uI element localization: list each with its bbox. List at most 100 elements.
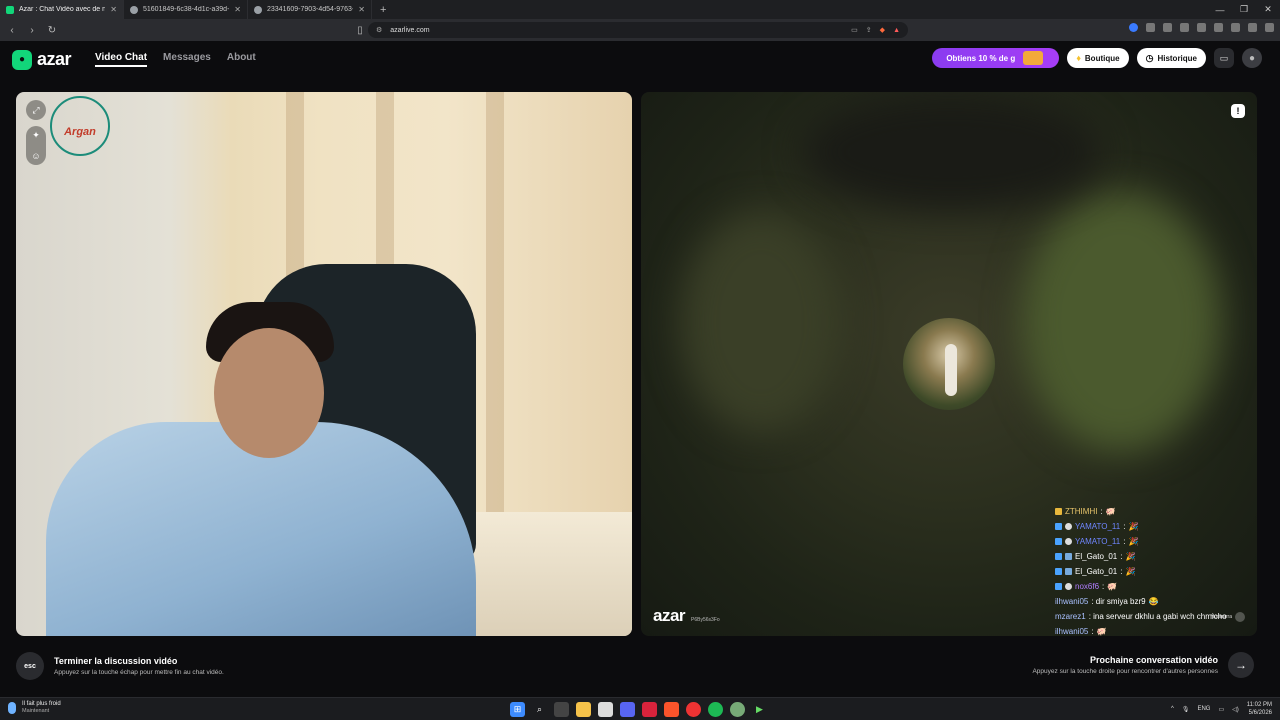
close-window-icon[interactable]: ✕ [1256, 4, 1280, 15]
avatar-badge-icon [1065, 552, 1072, 560]
bookmark-icon[interactable]: ▯ [354, 25, 366, 36]
chat-text: : [1123, 536, 1126, 546]
browser-tab-3[interactable]: 23341609-7903-4d54-9763-5217d51 ✕ [248, 0, 372, 19]
shield-alert-icon: ! [1236, 106, 1240, 116]
azar-logo[interactable]: ● azar [12, 49, 72, 70]
nav-messages[interactable]: Messages [163, 52, 211, 67]
expand-button[interactable]: ⤢ [26, 100, 46, 120]
shop-button[interactable]: ♦ Boutique [1067, 48, 1129, 68]
sticker-icon[interactable]: ☺ [31, 151, 40, 161]
discord-icon[interactable] [620, 702, 635, 717]
watermark-text: Argan [64, 126, 96, 138]
curtain-fold [486, 92, 504, 562]
language-indicator[interactable]: ENG [1197, 706, 1210, 712]
play-icon[interactable]: ▶ [752, 702, 767, 717]
url-field[interactable]: ⚙ azarlive.com ▭ ⇪ ◆ ▲ [368, 22, 908, 38]
windows-start-icon[interactable]: ⊞ [510, 702, 525, 717]
extension-icon[interactable] [1163, 23, 1172, 32]
weather-line-2: Maintenant [22, 708, 50, 714]
watermark-logo-text: azar [653, 606, 686, 625]
promo-label: Obtiens 10 % de g [946, 53, 1016, 63]
chat-username: nox6f6 [1075, 581, 1100, 591]
close-tab-icon[interactable]: ✕ [234, 5, 241, 14]
expand-icon: ⤢ [32, 104, 40, 115]
wallet-icon[interactable] [1231, 23, 1240, 32]
chat-username: ilhwani05 [1055, 626, 1089, 636]
tab-title: 51601849-6c38-4d1c-a39d-6027170 [143, 6, 230, 13]
app-icon[interactable] [730, 702, 745, 717]
app-icon[interactable] [686, 702, 701, 717]
volume-icon[interactable]: ◁) [1232, 706, 1239, 713]
close-tab-icon[interactable]: ✕ [358, 5, 365, 14]
tab-search-icon[interactable] [1214, 23, 1223, 32]
warning-icon[interactable]: ▲ [893, 27, 900, 34]
history-label: Historique [1157, 53, 1197, 63]
reload-icon[interactable]: ↻ [46, 25, 58, 36]
microphone-icon[interactable]: 🎙 [1182, 706, 1190, 713]
magic-wand-icon[interactable]: ✦ [32, 130, 40, 141]
next-chat-hint: Prochaine conversation vidéo Appuyez sur… [1032, 652, 1254, 678]
level-badge-icon [1055, 552, 1062, 560]
minimize-icon[interactable]: — [1208, 5, 1232, 15]
nav-about[interactable]: About [227, 52, 256, 67]
weather-widget[interactable]: Il fait plus froid Maintenant [8, 701, 61, 714]
chat-line: El_Gato_01 : 🎉 [1055, 550, 1255, 562]
report-button[interactable]: ! [1231, 104, 1245, 118]
chat-emoji: 🎉 [1128, 536, 1139, 546]
app-icon[interactable] [642, 702, 657, 717]
vpn-icon[interactable] [1248, 23, 1257, 32]
menu-icon[interactable] [1265, 23, 1274, 32]
task-view-icon[interactable] [554, 702, 569, 717]
chat-line: El_Gato_01 : 🎉 [1055, 565, 1255, 577]
search-icon[interactable]: ⌕ [532, 702, 547, 717]
new-tab-button[interactable]: + [372, 4, 394, 16]
globe-icon [254, 5, 262, 14]
share-icon[interactable]: ⇪ [866, 26, 872, 34]
browser-tab-bar: Azar : Chat Vidéo avec de nou ✕ 51601849… [0, 0, 1280, 19]
cast-icon[interactable]: ▭ [851, 26, 858, 34]
close-tab-icon[interactable]: ✕ [110, 5, 117, 14]
gift-icon [1023, 51, 1044, 65]
extensions-toolbar [1129, 23, 1274, 32]
forward-arrow-icon[interactable]: › [26, 25, 38, 36]
music-icon[interactable] [1180, 23, 1189, 32]
nav-video-chat[interactable]: Video Chat [95, 52, 148, 67]
browser-tab-azar[interactable]: Azar : Chat Vidéo avec de nou ✕ [0, 0, 124, 19]
next-chat-button[interactable]: → [1228, 652, 1254, 678]
browser-tab-2[interactable]: 51601849-6c38-4d1c-a39d-6027170 ✕ [124, 0, 248, 19]
notepad-icon[interactable] [598, 702, 613, 717]
site-info-icon[interactable]: ⚙ [376, 26, 382, 34]
network-icon[interactable]: ▭ [1218, 706, 1224, 713]
shield-icon[interactable]: ◆ [880, 26, 885, 34]
chat-emoji: 🐖 [1107, 581, 1118, 591]
spotify-icon[interactable] [708, 702, 723, 717]
level-badge-icon [1055, 582, 1062, 590]
inbox-button[interactable]: ▭ [1214, 48, 1234, 68]
chat-line: ilhwani05 : dir smiya bzr9 😂 [1055, 595, 1255, 607]
brave-browser-icon[interactable] [664, 702, 679, 717]
site-header: ● azar Video Chat Messages About Obtiens… [0, 41, 1280, 81]
extension-icon[interactable] [1129, 23, 1138, 32]
sidebar-icon[interactable] [1197, 23, 1206, 32]
esc-key-button[interactable]: esc [16, 652, 44, 680]
azar-favicon-icon [6, 5, 14, 14]
gift-notification[interactable]: Hourrarra [1211, 612, 1245, 622]
os-taskbar: Il fait plus froid Maintenant ⊞ ⌕ ▶ ^ 🎙 … [0, 697, 1280, 720]
chat-text: : [1120, 566, 1123, 576]
clock[interactable]: 11:02 PM 5/6/2026 [1247, 701, 1272, 717]
chevron-up-icon[interactable]: ^ [1171, 706, 1174, 712]
profile-avatar[interactable]: ● [1242, 48, 1262, 68]
chat-text: : [1120, 551, 1123, 561]
chat-text: : dir smiya bzr9 [1091, 596, 1146, 606]
argan-watermark-logo: Argan [50, 96, 110, 156]
puzzle-icon[interactable] [1146, 23, 1155, 32]
avatar-badge-icon [1065, 582, 1072, 590]
back-arrow-icon[interactable]: ‹ [6, 25, 18, 36]
history-button[interactable]: ◷ Historique [1136, 48, 1206, 68]
file-explorer-icon[interactable] [576, 702, 591, 717]
maximize-icon[interactable]: ❐ [1232, 4, 1256, 15]
inbox-icon: ▭ [1219, 52, 1229, 63]
promo-button[interactable]: Obtiens 10 % de g [932, 48, 1060, 68]
gift-notification-label: Hourrarra [1210, 614, 1232, 620]
level-badge-icon [1055, 537, 1062, 545]
